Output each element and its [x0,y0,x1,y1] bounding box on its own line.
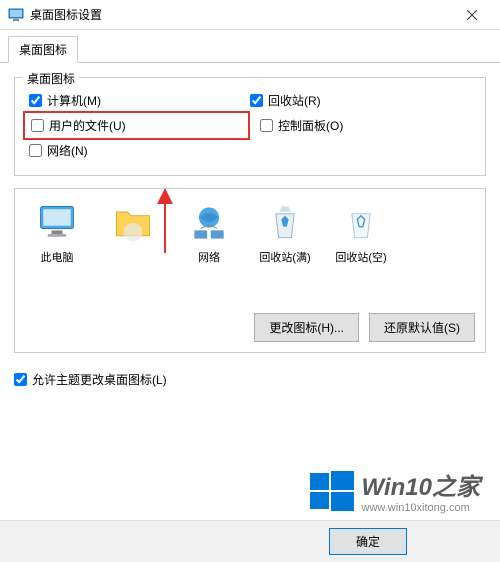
preview-this-pc[interactable]: 此电脑 [21,201,93,265]
dialog-footer: 确定 [0,520,500,562]
app-icon [8,7,24,23]
tab-desktop-icons[interactable]: 桌面图标 [8,36,78,63]
desktop-icons-group: 桌面图标 计算机(M) 回收站(R) 用户的文件(U) 控制面板(O) [14,77,486,176]
tab-strip: 桌面图标 [0,30,500,63]
change-icon-button[interactable]: 更改图标(H)... [254,313,359,342]
checkbox-recycle-input[interactable] [250,94,263,107]
ok-button[interactable]: 确定 [329,528,407,555]
checkbox-network-input[interactable] [29,144,42,157]
checkbox-control-label: 控制面板(O) [278,117,343,134]
content-area: 桌面图标 计算机(M) 回收站(R) 用户的文件(U) 控制面板(O) [0,63,500,402]
checkbox-computer-label: 计算机(M) [47,92,101,109]
allow-theme-label: 允许主题更改桌面图标(L) [32,371,167,388]
checkbox-network[interactable]: 网络(N) [29,142,250,159]
group-title: 桌面图标 [23,70,79,87]
checkbox-network-label: 网络(N) [47,142,88,159]
recycle-empty-icon [339,201,383,245]
watermark: Win10之家 www.win10xitong.com [310,467,480,514]
checkbox-control-input[interactable] [260,119,273,132]
icon-preview-box: 此电脑 网络 回收站(满) [14,188,486,353]
close-button[interactable] [452,0,492,30]
window-title: 桌面图标设置 [30,6,452,23]
network-icon [187,201,231,245]
checkbox-userfiles-label: 用户的文件(U) [49,117,126,134]
restore-default-button[interactable]: 还原默认值(S) [369,313,475,342]
checkbox-computer[interactable]: 计算机(M) [29,92,250,109]
preview-network[interactable]: 网络 [173,201,245,265]
watermark-main: Win10之家 [362,467,480,502]
preview-recycle-full[interactable]: 回收站(满) [249,201,321,265]
checkbox-recycle[interactable]: 回收站(R) [250,92,471,109]
preview-this-pc-label: 此电脑 [21,249,93,265]
preview-recycle-full-label: 回收站(满) [249,249,321,265]
watermark-sub: www.win10xitong.com [362,502,470,514]
user-folder-icon [111,201,155,245]
recycle-full-icon [263,201,307,245]
checkbox-control[interactable]: 控制面板(O) [260,115,471,136]
allow-theme-checkbox[interactable]: 允许主题更改桌面图标(L) [14,371,486,388]
allow-theme-input[interactable] [14,373,27,386]
preview-recycle-empty-label: 回收站(空) [325,249,397,265]
checkbox-computer-input[interactable] [29,94,42,107]
preview-recycle-empty[interactable]: 回收站(空) [325,201,397,265]
icon-grid: 此电脑 网络 回收站(满) [21,201,479,265]
checkbox-recycle-label: 回收站(R) [268,92,321,109]
checkbox-userfiles[interactable]: 用户的文件(U) [23,111,250,140]
this-pc-icon [35,201,79,245]
windows-logo-icon [310,469,354,513]
preview-network-label: 网络 [173,249,245,265]
preview-user[interactable] [97,201,169,265]
titlebar: 桌面图标设置 [0,0,500,30]
checkbox-userfiles-input[interactable] [31,119,44,132]
